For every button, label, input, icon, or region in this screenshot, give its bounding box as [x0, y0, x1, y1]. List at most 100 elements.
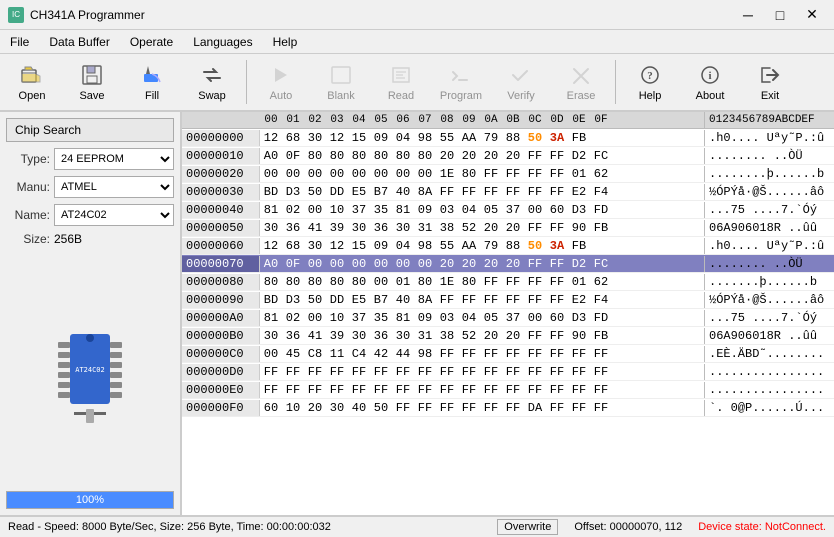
hex-byte-6-14[interactable]: FB [568, 238, 590, 254]
type-select[interactable]: 24 EEPROM [54, 148, 174, 170]
hex-byte-14-15[interactable]: FF [590, 382, 612, 398]
hex-row-14[interactable]: 000000E0FFFFFFFFFFFFFFFFFFFFFFFFFFFFFFFF… [182, 381, 834, 399]
hex-byte-13-5[interactable]: FF [370, 364, 392, 380]
hex-byte-4-3[interactable]: 10 [326, 202, 348, 218]
hex-byte-8-6[interactable]: 01 [392, 274, 414, 290]
hex-byte-7-3[interactable]: 00 [326, 256, 348, 272]
hex-byte-10-10[interactable]: 05 [480, 310, 502, 326]
hex-editor[interactable]: 000102030405060708090A0B0C0D0E0F 0123456… [182, 112, 834, 515]
hex-byte-9-15[interactable]: F4 [590, 292, 612, 308]
hex-byte-4-0[interactable]: 81 [260, 202, 282, 218]
hex-byte-2-3[interactable]: 00 [326, 166, 348, 182]
hex-byte-8-5[interactable]: 00 [370, 274, 392, 290]
hex-byte-10-6[interactable]: 81 [392, 310, 414, 326]
hex-byte-11-14[interactable]: 90 [568, 328, 590, 344]
menu-item-help[interactable]: Help [263, 30, 308, 53]
hex-byte-10-14[interactable]: D3 [568, 310, 590, 326]
hex-byte-9-7[interactable]: 8A [414, 292, 436, 308]
hex-byte-0-7[interactable]: 98 [414, 130, 436, 146]
hex-byte-5-0[interactable]: 30 [260, 220, 282, 236]
hex-byte-12-1[interactable]: 45 [282, 346, 304, 362]
hex-byte-0-9[interactable]: AA [458, 130, 480, 146]
hex-byte-5-8[interactable]: 38 [436, 220, 458, 236]
hex-row-6[interactable]: 00000060126830121509049855AA7988503AFB .… [182, 237, 834, 255]
hex-byte-0-5[interactable]: 09 [370, 130, 392, 146]
hex-byte-11-15[interactable]: FB [590, 328, 612, 344]
hex-byte-13-3[interactable]: FF [326, 364, 348, 380]
hex-byte-13-8[interactable]: FF [436, 364, 458, 380]
close-button[interactable]: ✕ [798, 4, 826, 26]
hex-byte-13-7[interactable]: FF [414, 364, 436, 380]
hex-byte-7-14[interactable]: D2 [568, 256, 590, 272]
hex-byte-12-8[interactable]: FF [436, 346, 458, 362]
hex-byte-7-7[interactable]: 00 [414, 256, 436, 272]
hex-byte-1-0[interactable]: A0 [260, 148, 282, 164]
hex-byte-9-11[interactable]: FF [502, 292, 524, 308]
hex-byte-6-3[interactable]: 12 [326, 238, 348, 254]
hex-byte-5-11[interactable]: 20 [502, 220, 524, 236]
hex-byte-7-10[interactable]: 20 [480, 256, 502, 272]
hex-byte-6-4[interactable]: 15 [348, 238, 370, 254]
hex-byte-14-14[interactable]: FF [568, 382, 590, 398]
hex-byte-2-5[interactable]: 00 [370, 166, 392, 182]
hex-byte-4-1[interactable]: 02 [282, 202, 304, 218]
hex-byte-7-15[interactable]: FC [590, 256, 612, 272]
hex-byte-5-10[interactable]: 20 [480, 220, 502, 236]
hex-byte-13-6[interactable]: FF [392, 364, 414, 380]
hex-byte-15-8[interactable]: FF [436, 400, 458, 416]
hex-row-9[interactable]: 00000090BDD350DDE5B7408AFFFFFFFFFFFFE2F4… [182, 291, 834, 309]
hex-byte-1-12[interactable]: FF [524, 148, 546, 164]
hex-byte-13-13[interactable]: FF [546, 364, 568, 380]
hex-byte-3-1[interactable]: D3 [282, 184, 304, 200]
hex-byte-12-11[interactable]: FF [502, 346, 524, 362]
hex-byte-15-6[interactable]: FF [392, 400, 414, 416]
hex-byte-3-14[interactable]: E2 [568, 184, 590, 200]
hex-byte-10-9[interactable]: 04 [458, 310, 480, 326]
hex-byte-4-5[interactable]: 35 [370, 202, 392, 218]
hex-byte-6-13[interactable]: 3A [546, 238, 568, 254]
hex-byte-10-12[interactable]: 00 [524, 310, 546, 326]
hex-byte-3-13[interactable]: FF [546, 184, 568, 200]
hex-byte-14-10[interactable]: FF [480, 382, 502, 398]
hex-byte-2-6[interactable]: 00 [392, 166, 414, 182]
hex-byte-0-3[interactable]: 12 [326, 130, 348, 146]
hex-byte-6-8[interactable]: 55 [436, 238, 458, 254]
hex-byte-5-15[interactable]: FB [590, 220, 612, 236]
save-toolbar-button[interactable]: Save [64, 57, 120, 107]
menu-item-file[interactable]: File [0, 30, 39, 53]
hex-byte-6-15[interactable] [590, 238, 612, 254]
hex-byte-9-8[interactable]: FF [436, 292, 458, 308]
hex-byte-15-12[interactable]: DA [524, 400, 546, 416]
hex-byte-5-6[interactable]: 30 [392, 220, 414, 236]
hex-byte-3-12[interactable]: FF [524, 184, 546, 200]
hex-byte-3-6[interactable]: 40 [392, 184, 414, 200]
hex-byte-4-7[interactable]: 09 [414, 202, 436, 218]
hex-byte-0-11[interactable]: 88 [502, 130, 524, 146]
hex-byte-13-1[interactable]: FF [282, 364, 304, 380]
menu-item-operate[interactable]: Operate [120, 30, 183, 53]
hex-byte-12-14[interactable]: FF [568, 346, 590, 362]
hex-byte-4-6[interactable]: 81 [392, 202, 414, 218]
hex-row-15[interactable]: 000000F0601020304050FFFFFFFFFFFFDAFFFFFF… [182, 399, 834, 417]
hex-byte-12-5[interactable]: 42 [370, 346, 392, 362]
hex-byte-0-6[interactable]: 04 [392, 130, 414, 146]
hex-byte-5-2[interactable]: 41 [304, 220, 326, 236]
hex-byte-8-7[interactable]: 80 [414, 274, 436, 290]
hex-byte-8-3[interactable]: 80 [326, 274, 348, 290]
hex-byte-8-15[interactable]: 62 [590, 274, 612, 290]
hex-byte-7-0[interactable]: A0 [260, 256, 282, 272]
hex-byte-15-2[interactable]: 20 [304, 400, 326, 416]
hex-byte-13-0[interactable]: FF [260, 364, 282, 380]
hex-byte-12-10[interactable]: FF [480, 346, 502, 362]
hex-byte-5-3[interactable]: 39 [326, 220, 348, 236]
hex-byte-8-1[interactable]: 80 [282, 274, 304, 290]
hex-byte-11-5[interactable]: 36 [370, 328, 392, 344]
hex-byte-14-4[interactable]: FF [348, 382, 370, 398]
hex-byte-13-10[interactable]: FF [480, 364, 502, 380]
hex-byte-10-8[interactable]: 03 [436, 310, 458, 326]
hex-byte-6-2[interactable]: 30 [304, 238, 326, 254]
hex-byte-11-11[interactable]: 20 [502, 328, 524, 344]
hex-byte-11-12[interactable]: FF [524, 328, 546, 344]
exit-toolbar-button[interactable]: Exit [742, 57, 798, 107]
hex-byte-11-10[interactable]: 20 [480, 328, 502, 344]
